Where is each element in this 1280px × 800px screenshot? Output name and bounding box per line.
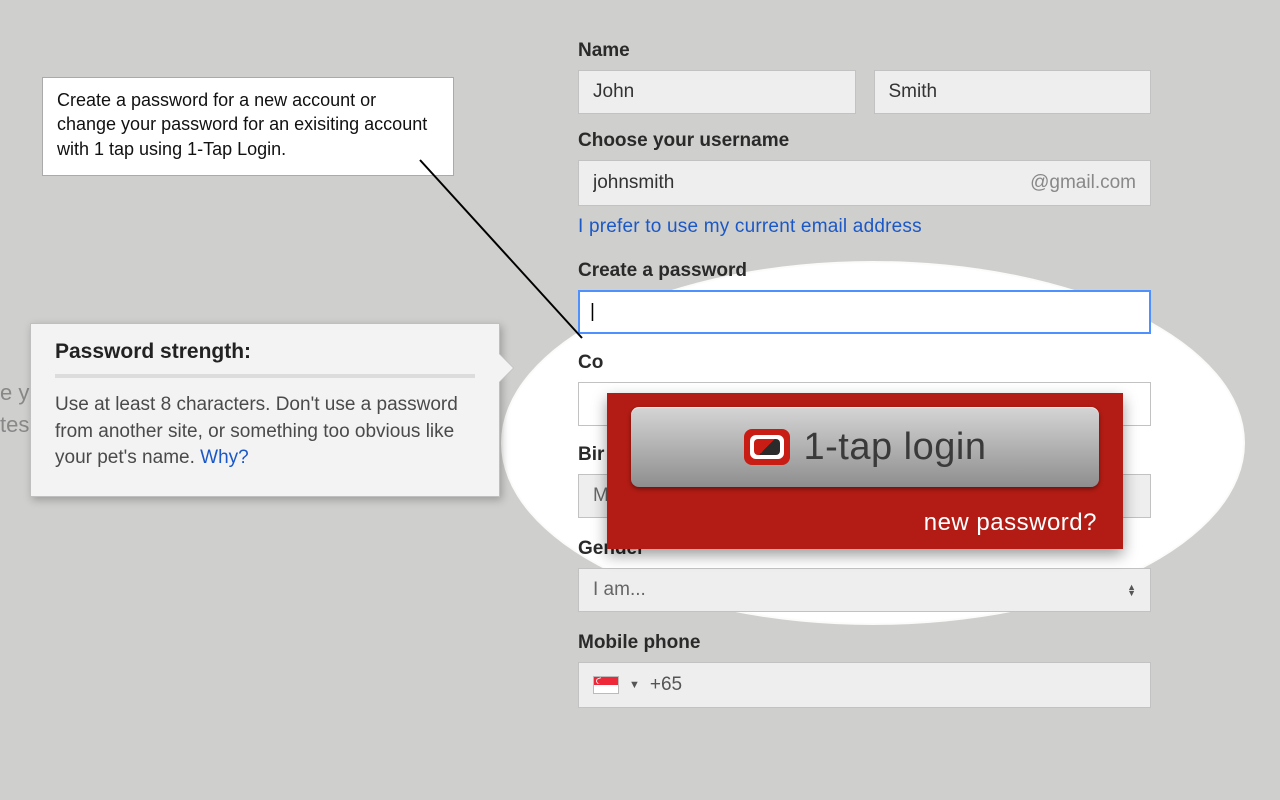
flag-sg-icon [593, 676, 619, 694]
mobile-phone-input[interactable]: ▼ +65 [578, 662, 1151, 708]
username-label: Choose your username [578, 130, 1151, 152]
one-tap-subtext: new password? [924, 509, 1097, 537]
password-strength-body: Use at least 8 characters. Don't use a p… [55, 394, 458, 468]
background-cropped-text-1: e y [0, 380, 29, 406]
username-suffix: @gmail.com [1016, 172, 1150, 194]
last-name-input[interactable] [874, 70, 1152, 114]
create-password-label: Create a password [578, 260, 1151, 282]
use-current-email-link[interactable]: I prefer to use my current email address [578, 216, 1151, 238]
password-input[interactable] [578, 290, 1151, 334]
one-tap-login-button[interactable]: 1-tap login [631, 407, 1099, 487]
password-strength-tooltip: Password strength: Use at least 8 charac… [30, 323, 500, 497]
username-input[interactable] [579, 172, 1016, 194]
dial-code: +65 [650, 674, 682, 696]
first-name-input[interactable] [578, 70, 856, 114]
gender-select[interactable]: I am... ▲▼ [578, 568, 1151, 612]
chevron-updown-icon: ▲▼ [1127, 584, 1136, 596]
password-strength-title: Password strength: [55, 340, 475, 364]
username-field[interactable]: @gmail.com [578, 160, 1151, 206]
chevron-down-icon: ▼ [629, 679, 640, 691]
gender-value: I am... [593, 579, 646, 601]
mobile-phone-label: Mobile phone [578, 632, 1151, 654]
name-label: Name [578, 40, 1151, 62]
one-tap-logo-icon [744, 429, 790, 465]
annotation-text: Create a password for a new account or c… [57, 90, 427, 159]
tooltip-arrow-icon [499, 354, 513, 382]
confirm-password-label: Co [578, 352, 1151, 374]
annotation-callout: Create a password for a new account or c… [42, 77, 454, 176]
password-strength-why-link[interactable]: Why? [200, 447, 249, 468]
password-strength-bar [55, 374, 475, 378]
one-tap-login-popup: 1-tap login new password? [607, 393, 1123, 549]
background-cropped-text-2: tes [0, 412, 29, 438]
one-tap-brand-text: 1-tap login [804, 426, 987, 469]
